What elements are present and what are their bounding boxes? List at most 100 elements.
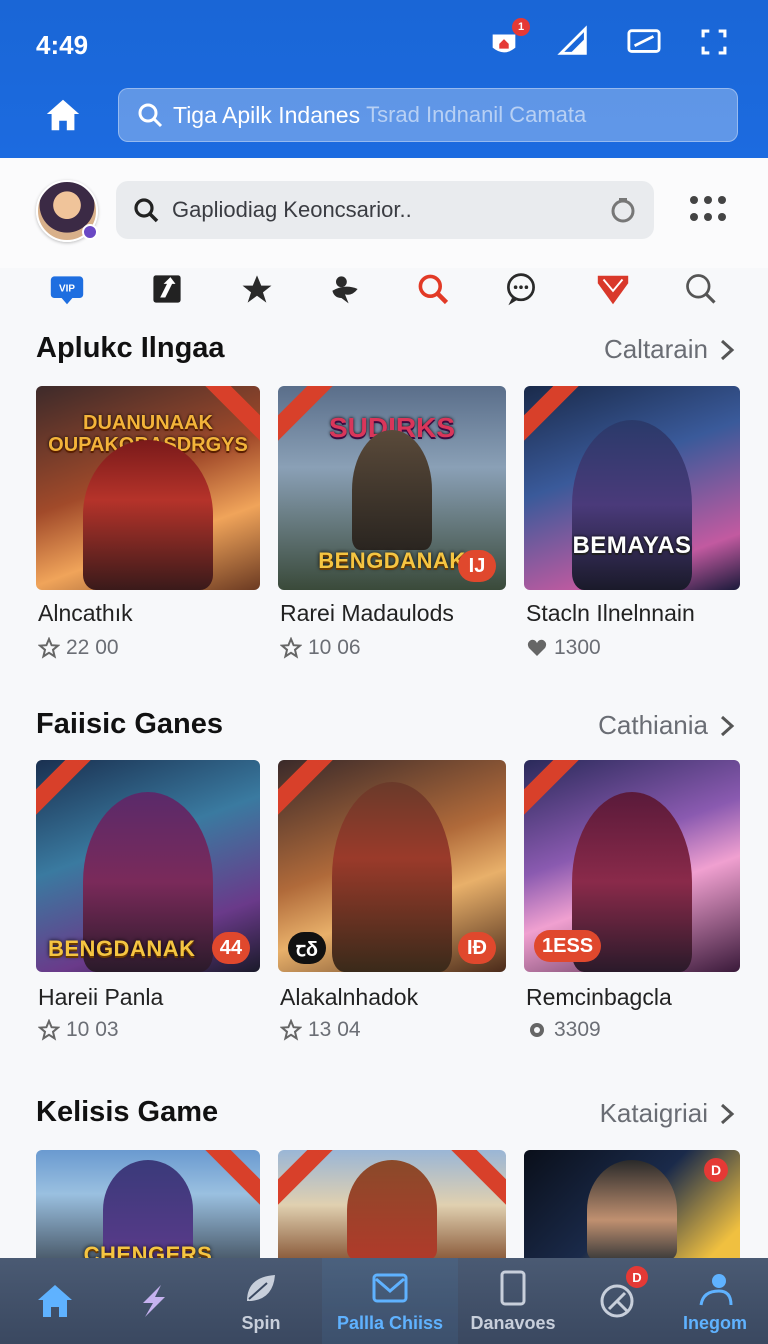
section-title: Faiisic Ganes bbox=[36, 708, 223, 740]
shield-icon[interactable] bbox=[590, 266, 636, 312]
home-icon bbox=[46, 99, 80, 131]
game-name: Stacln Ilnelnnain bbox=[526, 600, 695, 626]
game-name: Rarei Madaulods bbox=[280, 600, 454, 626]
browser-search-bar[interactable]: Tiga Apilk Indanes Tsrad Indnanil Camata bbox=[118, 88, 738, 142]
chat-icon[interactable] bbox=[498, 266, 544, 312]
section-see-all-link[interactable]: Caltarain bbox=[604, 334, 736, 365]
status-icons: 1 bbox=[486, 18, 732, 60]
shortcut-icon-row: VIP bbox=[0, 262, 768, 316]
game-notification-badge: D bbox=[704, 1158, 728, 1182]
heart-icon bbox=[527, 639, 547, 656]
card-icon bbox=[626, 24, 662, 60]
nav-label: Spin bbox=[241, 1312, 281, 1333]
game-rating: 22 00 bbox=[38, 636, 119, 660]
game-name: Alncathık bbox=[38, 600, 133, 626]
chevron-right-icon bbox=[720, 715, 735, 736]
search-icon[interactable] bbox=[410, 266, 456, 312]
app-search-placeholder: Gapliodiag Keoncsarior.. bbox=[172, 197, 412, 222]
avatar-status-dot bbox=[82, 224, 98, 240]
nav-radar[interactable]: D bbox=[562, 1258, 672, 1344]
game-rating: 3309 bbox=[526, 1018, 601, 1042]
gear-icon bbox=[530, 1023, 544, 1037]
chevron-right-icon bbox=[720, 1103, 735, 1124]
app-search-input[interactable]: Gapliodiag Keoncsarior.. bbox=[116, 181, 654, 239]
nav-bolt[interactable] bbox=[98, 1258, 208, 1344]
game-badge: IĐ bbox=[458, 932, 496, 964]
browser-search-text: Tiga Apilk Indanes bbox=[173, 101, 361, 128]
fullscreen-icon[interactable] bbox=[696, 24, 732, 60]
game-rating-value: 1300 bbox=[554, 636, 601, 659]
nav-inegom[interactable]: Inegom bbox=[660, 1258, 768, 1344]
nav-home[interactable] bbox=[0, 1258, 110, 1344]
bird-icon[interactable] bbox=[322, 266, 368, 312]
section-link-label: Kataigriai bbox=[599, 1098, 708, 1128]
game-badge: 44 bbox=[211, 932, 250, 964]
game-name: Hareii Panla bbox=[38, 984, 164, 1010]
star-icon bbox=[280, 1019, 302, 1041]
game-name: Remcinbagcla bbox=[526, 984, 672, 1010]
star-icon bbox=[38, 1019, 60, 1041]
section-see-all-link[interactable]: Kataigriai bbox=[600, 1098, 736, 1129]
game-thumbnail: BEMAYAS bbox=[524, 386, 740, 590]
home-button[interactable] bbox=[38, 90, 88, 140]
game-rating: 10 03 bbox=[38, 1018, 119, 1042]
star-icon bbox=[280, 637, 302, 659]
notification-icon[interactable]: 1 bbox=[486, 18, 530, 60]
section-link-label: Cathiania bbox=[598, 710, 708, 740]
game-thumbnail bbox=[278, 1150, 506, 1260]
browser-search-placeholder: Tsrad Indnanil Camata bbox=[366, 102, 587, 127]
search-icon bbox=[138, 103, 163, 128]
nav-label: Inegom bbox=[682, 1312, 747, 1333]
section-title: Aplukc Ilngaa bbox=[36, 332, 225, 364]
camera-icon[interactable] bbox=[608, 195, 638, 225]
game-rating: 1300 bbox=[526, 636, 601, 660]
game-thumbnail: CHENGERS bbox=[36, 1150, 260, 1260]
game-thumbnail: BENGDANAK 44 bbox=[36, 760, 260, 972]
search-icon[interactable] bbox=[678, 266, 724, 312]
profile-icon bbox=[699, 1273, 733, 1305]
game-name: Alakalnhadok bbox=[280, 984, 419, 1010]
game-badge-left: ꞇδ bbox=[288, 932, 326, 964]
status-time: 4:49 bbox=[36, 30, 89, 60]
svg-text:VIP: VIP bbox=[59, 284, 75, 295]
radar-icon bbox=[600, 1284, 634, 1318]
game-badge: IJ bbox=[458, 550, 496, 582]
game-rating-value: 3309 bbox=[554, 1018, 601, 1041]
vip-icon[interactable]: VIP bbox=[44, 266, 90, 312]
nav-badge: D bbox=[626, 1266, 648, 1288]
top-app-bar: 4:49 1 Tiga Apilk Indanes Tsrad Indnanil… bbox=[0, 0, 768, 158]
game-rating-value: 10 06 bbox=[308, 636, 361, 659]
game-thumbnail: ꞇδ IĐ bbox=[278, 760, 506, 972]
game-thumbnail: DUANUNAAK OUPAKOBASDRGYS bbox=[36, 386, 260, 590]
nav-label: Danavoes bbox=[470, 1312, 556, 1333]
section-title: Kelisis Game bbox=[36, 1096, 219, 1128]
notification-badge: 1 bbox=[512, 18, 530, 36]
section-see-all-link[interactable]: Cathiania bbox=[598, 710, 736, 741]
game-rating-value: 10 03 bbox=[66, 1018, 119, 1041]
game-thumbnail: 1ESS bbox=[524, 760, 740, 972]
chevron-right-icon bbox=[720, 339, 735, 360]
leaf-icon bbox=[247, 1274, 275, 1301]
game-thumbnail: D bbox=[524, 1150, 740, 1260]
nav-label: Pallla Chiiss bbox=[336, 1312, 444, 1333]
game-rating: 10 06 bbox=[280, 636, 361, 660]
game-rating: 13 04 bbox=[280, 1018, 361, 1042]
nav-danavoes[interactable]: Danavoes bbox=[458, 1258, 568, 1344]
more-menu-button[interactable] bbox=[690, 196, 730, 224]
game-badge-left: 1ESS bbox=[534, 930, 602, 962]
game-rating-value: 22 00 bbox=[66, 636, 119, 659]
bolt-icon bbox=[143, 1285, 165, 1317]
home-icon bbox=[38, 1285, 72, 1317]
game-rating-value: 13 04 bbox=[308, 1018, 361, 1041]
inbox-icon bbox=[372, 1273, 408, 1302]
share-arrow-icon[interactable] bbox=[144, 266, 190, 312]
signal-icon bbox=[556, 24, 592, 60]
tablet-icon bbox=[500, 1270, 526, 1305]
star-hat-icon[interactable] bbox=[234, 266, 280, 312]
star-icon bbox=[38, 637, 60, 659]
game-thumbnail: SUDIRKS BENGDANAK IJ bbox=[278, 386, 506, 590]
bottom-navigation: Spin Pallla Chiiss Danavoes D Inegom bbox=[0, 1258, 768, 1344]
nav-pallla-chiiss[interactable]: Pallla Chiiss bbox=[322, 1258, 458, 1344]
nav-spin[interactable]: Spin bbox=[206, 1258, 316, 1344]
section-link-label: Caltarain bbox=[603, 334, 708, 364]
